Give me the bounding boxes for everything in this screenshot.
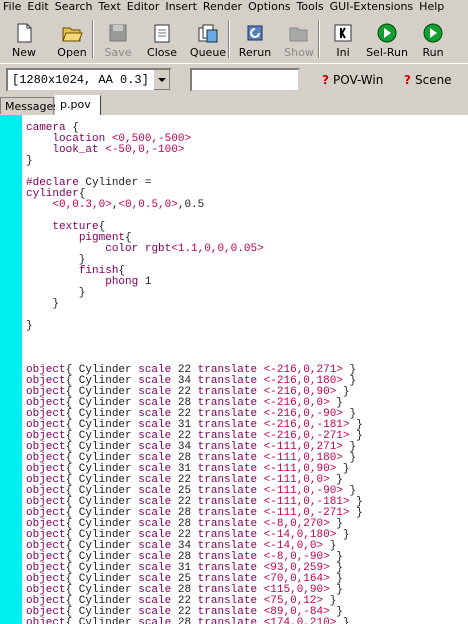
resolution-select[interactable]: [1280x1024, AA 0.3]: [6, 68, 172, 92]
question-icon: ?: [322, 73, 329, 87]
open-button[interactable]: Open: [48, 16, 96, 62]
rerun-button[interactable]: Rerun: [232, 16, 278, 62]
code-line: }: [26, 287, 86, 299]
queue-button[interactable]: Queue: [184, 16, 232, 62]
options-bar: [1280x1024, AA 0.3] ? POV-Win ? Scene: [0, 63, 468, 96]
menu-bar: File Edit Search Text Editor Insert Render Opti…: [0, 0, 468, 14]
toolbar-button-label: Show: [284, 46, 314, 59]
code-text[interactable]: camera { location <0,500,-500> look_at <…: [26, 123, 468, 624]
menu-file[interactable]: File: [0, 0, 24, 14]
menu-insert[interactable]: Insert: [162, 0, 200, 14]
tab-p-pov[interactable]: p.pov: [55, 95, 101, 115]
toolbar-button-label: New: [12, 46, 36, 59]
toolbar-button-label: Ini: [336, 46, 350, 59]
povwin-help-button[interactable]: ? POV-Win: [322, 70, 383, 90]
toolbar-separator: [228, 20, 230, 58]
ini-icon: [332, 22, 354, 44]
code-line: object{ Cylinder scale 28 translate <174…: [26, 617, 350, 624]
run-button[interactable]: Run: [412, 16, 454, 62]
open-folder-icon: [61, 22, 83, 44]
new-file-icon: [13, 22, 35, 44]
code-line: <0,0.3,0>,<0,0.5,0>,0.5: [52, 199, 205, 211]
code-line: }: [26, 155, 33, 167]
menu-text[interactable]: Text: [96, 0, 124, 14]
show-button[interactable]: Show: [278, 16, 320, 62]
save-button[interactable]: Save: [96, 16, 140, 62]
toolbar-button-label: Run: [422, 46, 444, 59]
toolbar: New Open Save Close Queue Rerun Show Ini Sel-Run…: [0, 16, 468, 62]
toolbar-button-label: Rerun: [238, 46, 272, 59]
scene-help-button[interactable]: ? Scene: [404, 70, 452, 90]
chevron-down-icon[interactable]: [153, 70, 170, 90]
show-folder-icon: [288, 22, 310, 44]
toolbar-button-label: Queue: [189, 46, 227, 59]
menu-gui-extensions[interactable]: GUI-Extensions: [327, 0, 417, 14]
menu-render[interactable]: Render: [200, 0, 245, 14]
code-line: #declare Cylinder =: [26, 177, 152, 189]
toolbar-button-label: Open: [57, 46, 87, 59]
menu-editor[interactable]: Editor: [124, 0, 163, 14]
scene-help-label: Scene: [414, 73, 452, 87]
menu-help[interactable]: Help: [416, 0, 447, 14]
menu-search[interactable]: Search: [52, 0, 96, 14]
toolbar-separator: [92, 20, 94, 58]
close-file-icon: [151, 22, 173, 44]
command-input[interactable]: [190, 68, 300, 92]
new-button[interactable]: New: [2, 16, 46, 62]
code-editor[interactable]: camera { location <0,500,-500> look_at <…: [0, 115, 468, 624]
code-line: }: [26, 320, 33, 332]
run-icon: [422, 22, 444, 44]
save-disk-icon: [107, 22, 129, 44]
queue-icon: [197, 22, 219, 44]
question-icon: ?: [404, 73, 411, 87]
editor-gutter: [0, 115, 22, 624]
sel-run-icon: [376, 22, 398, 44]
resolution-value: [1280x1024, AA 0.3]: [12, 73, 149, 87]
menu-edit[interactable]: Edit: [24, 0, 51, 14]
close-button[interactable]: Close: [140, 16, 184, 62]
rerun-icon: [244, 22, 266, 44]
toolbar-button-label: Close: [147, 46, 177, 59]
sel-run-button[interactable]: Sel-Run: [360, 16, 414, 62]
tab-bar: Messages p.pov: [0, 95, 468, 115]
menu-tools[interactable]: Tools: [294, 0, 327, 14]
menu-options[interactable]: Options: [245, 0, 293, 14]
code-line: color rgbt<1.1,0,0,0.05>: [105, 243, 264, 255]
ini-button[interactable]: Ini: [322, 16, 364, 62]
tab-messages[interactable]: Messages: [0, 97, 59, 114]
code-line: phong 1: [105, 276, 152, 288]
toolbar-button-label: Save: [104, 46, 132, 59]
code-line: }: [26, 298, 60, 310]
toolbar-separator: [318, 20, 320, 58]
toolbar-button-label: Sel-Run: [366, 46, 408, 59]
code-line: look_at <-50,0,-100>: [52, 144, 185, 156]
povwin-help-label: POV-Win: [332, 73, 384, 87]
